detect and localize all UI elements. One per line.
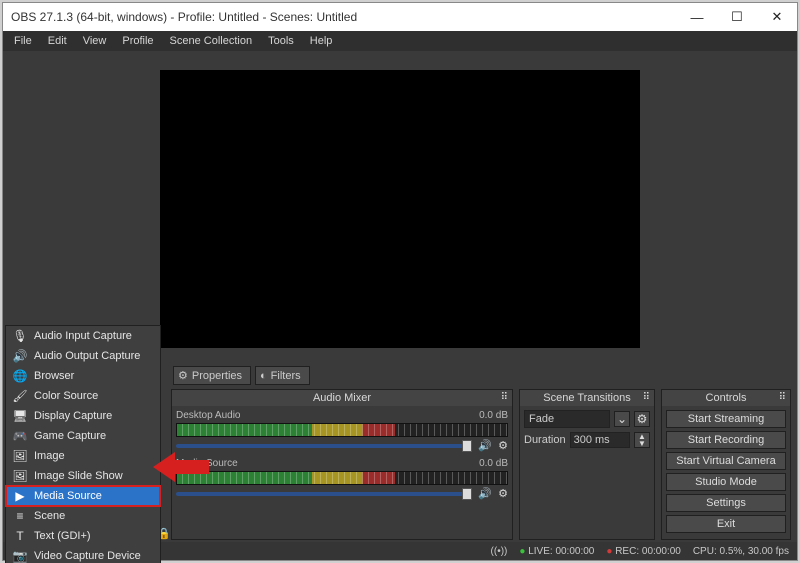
cpu-status: CPU: 0.5%, 30.00 fps: [693, 546, 789, 557]
app-window: OBS 27.1.3 (64-bit, windows) - Profile: …: [2, 2, 798, 561]
menu-audio-output-capture[interactable]: 🔊Audio Output Capture: [6, 346, 160, 366]
transition-select[interactable]: Fade: [524, 410, 610, 428]
menu-media-source[interactable]: ▶Media Source: [6, 486, 160, 506]
volume-slider[interactable]: [176, 444, 472, 448]
menu-text-gdi[interactable]: TText (GDI+): [6, 526, 160, 546]
globe-icon: 🌐: [12, 369, 28, 383]
menu-profile[interactable]: Profile: [115, 33, 160, 49]
duration-stepper[interactable]: ▲▼: [634, 432, 650, 448]
channel-name: Desktop Audio: [176, 410, 241, 421]
minimize-button[interactable]: —: [677, 4, 717, 30]
properties-button[interactable]: ⚙ Properties: [173, 366, 251, 385]
audio-mixer-dock: Audio Mixer ⠿ Desktop Audio 0.0 dB 🔊: [171, 389, 513, 540]
exit-button[interactable]: Exit: [666, 515, 786, 533]
rec-status: ● REC: 00:00:00: [606, 546, 680, 557]
properties-label: Properties: [192, 370, 242, 382]
filters-label: Filters: [271, 370, 301, 382]
channel-level: 0.0 dB: [479, 458, 508, 469]
dock-menu-icon[interactable]: ⠿: [779, 392, 786, 403]
volume-meter: [176, 423, 508, 437]
menu-scene-collection[interactable]: Scene Collection: [163, 33, 260, 49]
maximize-icon: ☐: [731, 9, 743, 25]
speaker-icon: 🔊: [12, 349, 28, 363]
close-button[interactable]: ✕: [757, 4, 797, 30]
menu-file[interactable]: File: [7, 33, 39, 49]
maximize-button[interactable]: ☐: [717, 4, 757, 30]
studio-mode-button[interactable]: Studio Mode: [666, 473, 786, 491]
dock-menu-icon[interactable]: ⠿: [643, 392, 650, 403]
minimize-icon: —: [691, 10, 704, 25]
transition-caret-icon[interactable]: ⌄: [614, 411, 630, 427]
play-icon: ▶: [12, 489, 28, 503]
add-source-context-menu: 🎙Audio Input Capture 🔊Audio Output Captu…: [5, 325, 161, 563]
volume-slider[interactable]: [176, 492, 472, 496]
audio-mixer-title: Audio Mixer ⠿: [172, 390, 512, 406]
audio-mixer-body: Desktop Audio 0.0 dB 🔊 ⚙ Media Source: [172, 406, 512, 539]
mic-icon: 🎙: [12, 329, 28, 343]
menu-edit[interactable]: Edit: [41, 33, 74, 49]
speaker-icon[interactable]: 🔊: [478, 487, 492, 500]
volume-meter: [176, 471, 508, 485]
client-area: ⚙ Properties ◐ Filters Audio Mixer ⠿ Des…: [3, 51, 797, 560]
scene-transitions-title: Scene Transitions ⠿: [520, 390, 654, 406]
mixer-channel-media-source: Media Source 0.0 dB 🔊 ⚙: [176, 458, 508, 500]
titlebar: OBS 27.1.3 (64-bit, windows) - Profile: …: [3, 3, 797, 31]
menu-image-slide-show[interactable]: 🖼Image Slide Show: [6, 466, 160, 486]
text-icon: T: [12, 529, 28, 543]
menu-image[interactable]: 🖼Image: [6, 446, 160, 466]
gear-icon: ⚙: [178, 369, 188, 382]
menu-game-capture[interactable]: 🎮Game Capture: [6, 426, 160, 446]
camera-icon: 📷: [12, 549, 28, 563]
menu-view[interactable]: View: [76, 33, 114, 49]
duration-label: Duration: [524, 434, 566, 446]
network-icon: ((•)): [491, 546, 508, 557]
menu-scene[interactable]: ≡Scene: [6, 506, 160, 526]
menu-help[interactable]: Help: [303, 33, 340, 49]
start-virtual-camera-button[interactable]: Start Virtual Camera: [666, 452, 786, 470]
menu-audio-input-capture[interactable]: 🎙Audio Input Capture: [6, 326, 160, 346]
scene-icon: ≡: [12, 509, 28, 523]
controls-body: Start Streaming Start Recording Start Vi…: [662, 406, 790, 539]
scene-transitions-dock: Scene Transitions ⠿ Fade ⌄ ⚙ Duration ▲▼: [519, 389, 655, 540]
menubar: File Edit View Profile Scene Collection …: [3, 31, 797, 51]
channel-level: 0.0 dB: [479, 410, 508, 421]
settings-button[interactable]: Settings: [666, 494, 786, 512]
menu-browser[interactable]: 🌐Browser: [6, 366, 160, 386]
callout-arrow-icon: [153, 450, 209, 484]
dock-menu-icon[interactable]: ⠿: [501, 392, 508, 403]
start-recording-button[interactable]: Start Recording: [666, 431, 786, 449]
brush-icon: 🖌: [12, 389, 28, 403]
window-title: OBS 27.1.3 (64-bit, windows) - Profile: …: [11, 10, 357, 24]
channel-gear-icon[interactable]: ⚙: [498, 439, 508, 452]
menu-video-capture-device[interactable]: 📷Video Capture Device: [6, 546, 160, 563]
monitor-icon: 🖥: [12, 409, 28, 423]
controls-title: Controls ⠿: [662, 390, 790, 406]
filters-icon: ◐: [260, 370, 267, 382]
scene-transitions-body: Fade ⌄ ⚙ Duration ▲▼: [520, 406, 654, 539]
mixer-channel-desktop-audio: Desktop Audio 0.0 dB 🔊 ⚙: [176, 410, 508, 452]
start-streaming-button[interactable]: Start Streaming: [666, 410, 786, 428]
menu-display-capture[interactable]: 🖥Display Capture: [6, 406, 160, 426]
filters-button[interactable]: ◐ Filters: [255, 366, 310, 385]
menu-tools[interactable]: Tools: [261, 33, 301, 49]
gamepad-icon: 🎮: [12, 429, 28, 443]
close-icon: ✕: [772, 9, 783, 25]
slideshow-icon: 🖼: [12, 469, 28, 483]
menu-color-source[interactable]: 🖌Color Source: [6, 386, 160, 406]
speaker-icon[interactable]: 🔊: [478, 439, 492, 452]
duration-input[interactable]: [570, 432, 630, 448]
controls-dock: Controls ⠿ Start Streaming Start Recordi…: [661, 389, 791, 540]
preview-canvas[interactable]: [160, 70, 640, 348]
preview-area: [3, 51, 797, 362]
live-status: ● LIVE: 00:00:00: [519, 546, 594, 557]
channel-gear-icon[interactable]: ⚙: [498, 487, 508, 500]
image-icon: 🖼: [12, 449, 28, 463]
transition-settings-button[interactable]: ⚙: [634, 411, 650, 427]
